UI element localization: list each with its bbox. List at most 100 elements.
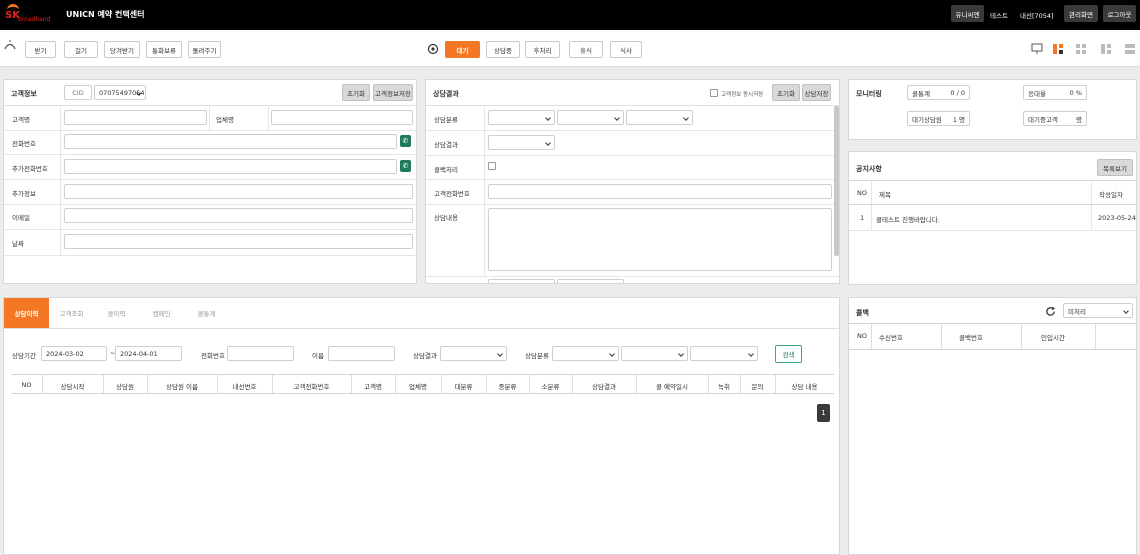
content-label: 상담내용 [434, 214, 458, 222]
result-label: 상담결과 [434, 141, 458, 149]
consult-reset-button[interactable]: 초기화 [772, 84, 800, 101]
col-divider [740, 375, 741, 393]
customer-reset-button[interactable]: 초기화 [342, 84, 370, 101]
receive-button[interactable]: 받기 [25, 41, 56, 58]
hold-button[interactable]: 통화보류 [146, 41, 182, 58]
tab-customer-search[interactable]: 고객조회 [49, 298, 94, 328]
search-button[interactable]: 검색 [775, 345, 802, 363]
admin-button[interactable]: 관리화면 [1064, 5, 1098, 22]
call-phone-button[interactable]: ✆ [400, 135, 411, 147]
logo-subtext: broadband [18, 16, 51, 23]
content-textarea[interactable] [488, 208, 832, 271]
extra-select[interactable] [557, 279, 624, 283]
name-search-label: 이름 [312, 352, 324, 360]
notice-header-bottom [849, 204, 1136, 205]
layout-c-icon[interactable] [1100, 43, 1112, 55]
col-start: 상담시작 [60, 383, 85, 391]
category-search-large[interactable] [552, 346, 619, 361]
consult-scrollbar[interactable] [834, 106, 839, 256]
dial-button[interactable]: 걸기 [64, 41, 98, 58]
page-button-1[interactable]: 1 [817, 404, 830, 422]
callback-filter-select[interactable]: 미처리 [1063, 303, 1133, 318]
transfer-button[interactable]: 돌려주기 [188, 41, 221, 58]
label-divider [484, 106, 485, 276]
tab-call-history[interactable]: 콜이력 [94, 298, 139, 328]
consult-panel-header: 상담결과 고객정보 동시저장 초기화 상담저장 [426, 80, 839, 106]
customer-save-button[interactable]: 고객정보저장 [373, 84, 413, 101]
notice-col-no: NO [857, 189, 867, 197]
category-medium-select[interactable] [557, 110, 624, 125]
col-divider [775, 375, 776, 393]
monitor-layout-icon[interactable] [1031, 43, 1043, 55]
status-meal-button[interactable]: 식사 [610, 41, 642, 58]
sync-save-checkbox[interactable] [710, 89, 718, 97]
col-divider [636, 375, 637, 393]
call-extra-phone-button[interactable]: ✆ [400, 160, 411, 172]
category-search-small[interactable] [690, 346, 758, 361]
waiting-agent-box: 대기상담원 1 명 [907, 111, 970, 126]
company-badge: 유니씨엔 [951, 5, 984, 22]
date-to-input[interactable]: 2024-04-01 [115, 346, 182, 361]
layout-b-icon[interactable] [1075, 43, 1087, 55]
row-divider [426, 276, 839, 277]
col-divider [486, 375, 487, 393]
notice-list-button[interactable]: 목록보기 [1097, 159, 1133, 176]
email-input[interactable] [64, 208, 413, 223]
extra-info-input[interactable] [64, 184, 413, 199]
app-title: UNICN 예약 컨택센터 [66, 10, 145, 19]
notice-col-date: 작성일자 [1099, 191, 1123, 199]
col-divider [941, 323, 942, 349]
phone-search-input[interactable] [227, 346, 294, 361]
result-search-select[interactable] [440, 346, 507, 361]
col-divider [1091, 180, 1092, 230]
cid-select[interactable]: 07075497054 [94, 85, 146, 100]
customer-panel-header: 고객정보 CID 07075497054 초기화 고객정보저장 [4, 80, 416, 106]
call-count-label: 콜통계 [912, 89, 930, 98]
category-small-select[interactable] [626, 110, 693, 125]
tab-divider [4, 328, 839, 329]
layout-d-icon[interactable] [1124, 43, 1136, 55]
waiting-customer-value: 명 [1076, 115, 1082, 124]
name-search-input[interactable] [328, 346, 395, 361]
callback-checkbox[interactable] [488, 162, 496, 170]
name-label: 고객명 [12, 116, 30, 124]
callback-col-callback: 콜백번호 [959, 334, 983, 342]
status-wrapup-button[interactable]: 후처리 [525, 41, 560, 58]
customer-name-input[interactable] [64, 110, 207, 125]
refresh-icon[interactable] [1045, 306, 1056, 317]
category-search-medium[interactable] [621, 346, 688, 361]
waiting-customer-box: 대기중고객 명 [1023, 111, 1087, 126]
status-ready-button[interactable]: 대기 [445, 41, 480, 58]
logout-button[interactable]: 로그아웃 [1103, 5, 1136, 22]
layout-a-icon[interactable] [1052, 43, 1064, 55]
phone-input[interactable] [64, 134, 397, 149]
extra-phone-input[interactable] [64, 159, 397, 174]
extension-number: 내선[7054] [1020, 12, 1054, 20]
category-large-select[interactable] [488, 110, 555, 125]
tab-call-stats[interactable]: 콜통계 [184, 298, 229, 328]
row-divider [4, 229, 416, 230]
extra-select[interactable] [488, 279, 555, 283]
call-count-box: 콜통계 0 / 0 [907, 85, 970, 100]
col-record: 녹취 [718, 383, 730, 391]
result-search-label: 상담결과 [413, 352, 437, 360]
col-divider [103, 375, 104, 393]
customer-panel: 고객정보 CID 07075497054 초기화 고객정보저장 고객명 업체명 … [3, 79, 417, 284]
notice-row-no: 1 [860, 214, 865, 222]
result-select[interactable] [488, 135, 555, 150]
memo-input[interactable] [64, 234, 413, 249]
customer-phone-input[interactable] [488, 184, 832, 199]
tab-campaign[interactable]: 캠페인 [139, 298, 184, 328]
memo-label: 날짜 [12, 240, 24, 248]
notice-col-title: 제목 [879, 191, 891, 199]
col-divider [1095, 323, 1096, 349]
tab-consult-history[interactable]: 상담이력 [4, 298, 49, 328]
pickup-button[interactable]: 당겨받기 [104, 41, 140, 58]
consult-save-button[interactable]: 상담저장 [802, 84, 831, 101]
status-busy-button[interactable]: 상담중 [486, 41, 520, 58]
company-input[interactable] [271, 110, 413, 125]
answer-rate-label: 응대율 [1028, 89, 1046, 98]
date-from-input[interactable]: 2024-03-02 [41, 346, 107, 361]
col-large: 대분류 [454, 383, 473, 391]
status-rest-button[interactable]: 휴식 [569, 41, 603, 58]
